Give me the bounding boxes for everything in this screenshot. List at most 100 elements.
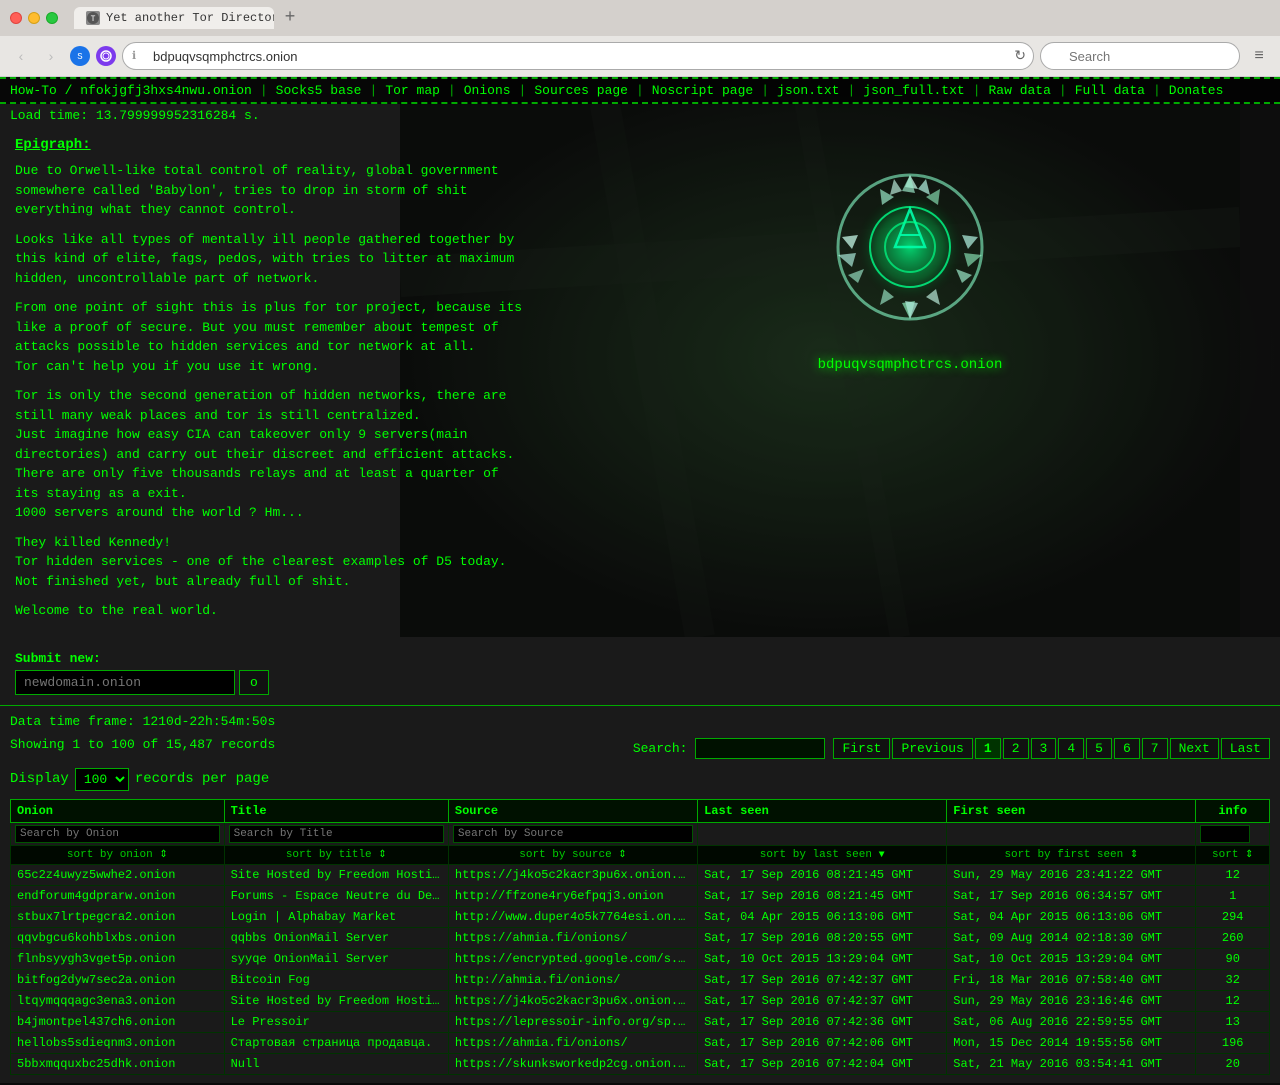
sort-last-seen-link[interactable]: sort by last seen ▼ bbox=[760, 849, 885, 861]
source-link[interactable]: https://skunksworkedp2cg.onion... bbox=[455, 1057, 693, 1071]
source-link[interactable]: https://j4ko5c2kacr3pu6x.onion... bbox=[455, 994, 693, 1008]
sort-onion-link[interactable]: sort by onion ⇕ bbox=[67, 849, 168, 861]
page-3-button[interactable]: 3 bbox=[1031, 738, 1057, 759]
maximize-button[interactable] bbox=[46, 12, 58, 24]
cell-info: 13 bbox=[1196, 1011, 1270, 1032]
page-4-button[interactable]: 4 bbox=[1058, 738, 1084, 759]
sort-info-cell[interactable]: sort ⇕ bbox=[1196, 845, 1270, 864]
sort-source-link[interactable]: sort by source ⇕ bbox=[519, 849, 626, 861]
source-link[interactable]: https://ahmia.fi/onions/ bbox=[455, 1036, 628, 1050]
onion-link[interactable]: 5bbxmqquxbc25dhk.onion bbox=[17, 1057, 175, 1071]
col-last-seen: Last seen bbox=[698, 799, 947, 822]
back-button[interactable]: ‹ bbox=[8, 43, 34, 69]
first-page-button[interactable]: First bbox=[833, 738, 890, 759]
source-link[interactable]: https://lepressoir-info.org/sp... bbox=[455, 1015, 693, 1029]
last-page-button[interactable]: Last bbox=[1221, 738, 1270, 759]
search-last-seen-cell bbox=[698, 822, 947, 845]
onions-link[interactable]: Onions bbox=[464, 83, 511, 98]
source-link[interactable]: https://ahmia.fi/onions/ bbox=[455, 931, 628, 945]
submit-button[interactable]: o bbox=[239, 670, 269, 695]
nav-sep-7: | bbox=[847, 83, 855, 98]
browser-menu-button[interactable]: ≡ bbox=[1246, 43, 1272, 69]
sort-first-seen-link[interactable]: sort by first seen ⇕ bbox=[1004, 849, 1138, 861]
sources-link[interactable]: Sources page bbox=[534, 83, 628, 98]
nav-icons: ‹ › bbox=[8, 43, 64, 69]
socks5-link[interactable]: Socks5 base bbox=[276, 83, 362, 98]
onion-link[interactable]: 65c2z4uwyz5wwhe2.onion bbox=[17, 868, 175, 882]
table-header-row: Onion Title Source Last seen First seen … bbox=[11, 799, 1270, 822]
tormap-link[interactable]: Tor map bbox=[385, 83, 440, 98]
page-1-button[interactable]: 1 bbox=[975, 738, 1001, 759]
search-title-input[interactable] bbox=[229, 825, 444, 843]
source-link[interactable]: http://www.duper4o5k7764esi.on... bbox=[455, 910, 693, 924]
sort-source-arrow: ⇕ bbox=[618, 850, 626, 861]
noscript-link[interactable]: Noscript page bbox=[652, 83, 753, 98]
sort-row: sort by onion ⇕ sort by title ⇕ sort by … bbox=[11, 845, 1270, 864]
records-per-page-select[interactable]: 100 50 200 bbox=[75, 768, 129, 791]
site-domain: bdpuqvsqmphctrcs.onion bbox=[818, 357, 1003, 373]
cell-source: https://ahmia.fi/onions/ bbox=[448, 927, 697, 948]
cell-source: https://skunksworkedp2cg.onion... bbox=[448, 1053, 697, 1074]
sort-last-seen-cell[interactable]: sort by last seen ▼ bbox=[698, 845, 947, 864]
page-content: How-To / nfokjgfj3hxs4nwu.onion | Socks5… bbox=[0, 77, 1280, 1083]
onion-link[interactable]: bitfog2dyw7sec2a.onion bbox=[17, 973, 175, 987]
howto-link[interactable]: How-To / nfokjgfj3hxs4nwu.onion bbox=[10, 83, 252, 98]
cell-source: https://encrypted.google.com/s... bbox=[448, 948, 697, 969]
sort-source-cell[interactable]: sort by source ⇕ bbox=[448, 845, 697, 864]
onion-link[interactable]: b4jmontpel437ch6.onion bbox=[17, 1015, 175, 1029]
page-7-button[interactable]: 7 bbox=[1142, 738, 1168, 759]
page-6-button[interactable]: 6 bbox=[1114, 738, 1140, 759]
next-page-button[interactable]: Next bbox=[1170, 738, 1219, 759]
cell-source: http://www.duper4o5k7764esi.on... bbox=[448, 906, 697, 927]
address-bar-container: ℹ ↻ bbox=[122, 42, 1034, 70]
sort-info-link[interactable]: sort ⇕ bbox=[1212, 849, 1253, 861]
onion-link[interactable]: flnbsyygh3vget5p.onion bbox=[17, 952, 175, 966]
search-info-input[interactable] bbox=[1200, 825, 1250, 843]
page-5-button[interactable]: 5 bbox=[1086, 738, 1112, 759]
col-source: Source bbox=[448, 799, 697, 822]
onion-link[interactable]: ltqymqqqagc3ena3.onion bbox=[17, 994, 175, 1008]
page-2-button[interactable]: 2 bbox=[1003, 738, 1029, 759]
table-search-input[interactable] bbox=[695, 738, 825, 759]
onion-link[interactable]: hellobs5sdieqnm3.onion bbox=[17, 1036, 175, 1050]
new-tab-button[interactable]: + bbox=[278, 6, 302, 30]
search-onion-input[interactable] bbox=[15, 825, 220, 843]
sort-title-cell[interactable]: sort by title ⇕ bbox=[224, 845, 448, 864]
cell-info: 260 bbox=[1196, 927, 1270, 948]
json-full-link[interactable]: json_full.txt bbox=[863, 83, 964, 98]
onion-link[interactable]: endforum4gdprarw.onion bbox=[17, 889, 175, 903]
cell-last-seen: Sat, 17 Sep 2016 07:42:37 GMT bbox=[698, 969, 947, 990]
cell-info: 12 bbox=[1196, 990, 1270, 1011]
address-bar[interactable] bbox=[122, 42, 1034, 70]
reload-button[interactable]: ↻ bbox=[1014, 48, 1026, 65]
cell-first-seen: Sat, 09 Aug 2014 02:18:30 GMT bbox=[947, 927, 1196, 948]
sort-title-link[interactable]: sort by title ⇕ bbox=[286, 849, 387, 861]
close-button[interactable] bbox=[10, 12, 22, 24]
prev-page-button[interactable]: Previous bbox=[892, 738, 972, 759]
submit-input[interactable] bbox=[15, 670, 235, 695]
minimize-button[interactable] bbox=[28, 12, 40, 24]
forward-button[interactable]: › bbox=[38, 43, 64, 69]
donates-link[interactable]: Donates bbox=[1169, 83, 1224, 98]
source-link[interactable]: http://ffzone4ry6efpqj3.onion bbox=[455, 889, 664, 903]
source-link[interactable]: http://ahmia.fi/onions/ bbox=[455, 973, 621, 987]
search-source-input[interactable] bbox=[453, 825, 693, 843]
sort-onion-cell[interactable]: sort by onion ⇕ bbox=[11, 845, 225, 864]
json-txt-link[interactable]: json.txt bbox=[777, 83, 839, 98]
source-link[interactable]: https://encrypted.google.com/s... bbox=[455, 952, 693, 966]
epigraph-p3: From one point of sight this is plus for… bbox=[15, 298, 525, 376]
browser-search-input[interactable] bbox=[1040, 42, 1240, 70]
raw-data-link[interactable]: Raw data bbox=[989, 83, 1051, 98]
cell-title: Null bbox=[224, 1053, 448, 1074]
source-link[interactable]: https://j4ko5c2kacr3pu6x.onion... bbox=[455, 868, 693, 882]
full-data-link[interactable]: Full data bbox=[1075, 83, 1145, 98]
cell-last-seen: Sat, 17 Sep 2016 08:20:55 GMT bbox=[698, 927, 947, 948]
onion-link[interactable]: stbux7lrtpegcra2.onion bbox=[17, 910, 175, 924]
sort-first-seen-cell[interactable]: sort by first seen ⇕ bbox=[947, 845, 1196, 864]
onion-link[interactable]: qqvbgcu6kohblxbs.onion bbox=[17, 931, 175, 945]
table-row: 65c2z4uwyz5wwhe2.onion Site Hosted by Fr… bbox=[11, 864, 1270, 885]
active-tab[interactable]: T Yet another Tor Directory / ... × bbox=[74, 7, 274, 29]
display-label: Display bbox=[10, 771, 69, 787]
cell-info: 12 bbox=[1196, 864, 1270, 885]
sort-info-arrow: ⇕ bbox=[1245, 850, 1253, 861]
